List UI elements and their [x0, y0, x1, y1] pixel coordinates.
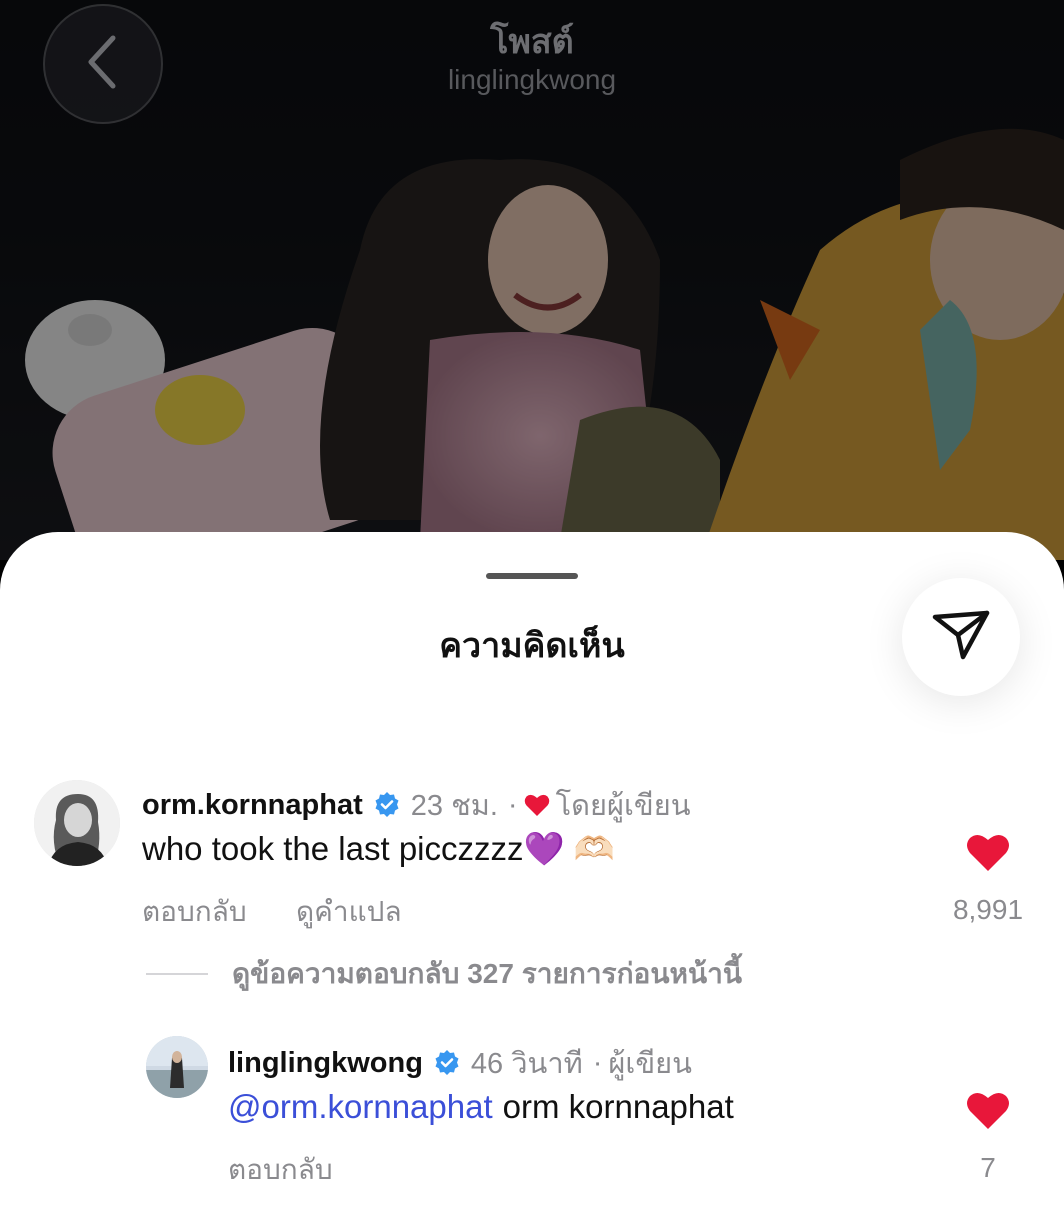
translate-button[interactable]: ดูคำแปล: [296, 890, 402, 934]
heart-icon[interactable]: [966, 1090, 1010, 1130]
heart-icon: [524, 793, 550, 817]
divider: [146, 973, 208, 975]
verified-badge-icon: [373, 791, 401, 819]
like-count: 7: [980, 1152, 996, 1183]
comment-time: 23 ชม.: [410, 790, 498, 822]
comment-text: who took the last picczzzz💜 🫶🏻: [142, 830, 615, 867]
page-title: โพสต์: [490, 23, 574, 61]
sheet-drag-handle[interactable]: [486, 573, 578, 579]
view-replies-label: ดูข้อความตอบกลับ 327 รายการก่อนหน้านี้: [232, 958, 742, 989]
comment-username[interactable]: orm.kornnaphat: [142, 789, 363, 822]
liked-by-author-label: โดยผู้เขียน: [555, 790, 691, 822]
heart-icon[interactable]: [966, 832, 1010, 872]
mention-link[interactable]: @orm.kornnaphat: [228, 1088, 493, 1126]
avatar[interactable]: [146, 1036, 208, 1098]
send-icon: [929, 605, 993, 670]
separator: ·: [507, 788, 518, 821]
like-count: 8,991: [952, 894, 1024, 925]
reply-body: orm kornnaphat: [502, 1088, 734, 1125]
reply-time: 46 วินาที: [470, 1048, 583, 1080]
author-label: ผู้เขียน: [608, 1048, 692, 1080]
liked-by-author: โดยผู้เขียน: [524, 782, 691, 828]
reply-meta: linglingkwong 46 วินาที · ผู้เขียน: [228, 1040, 692, 1086]
share-button[interactable]: [902, 578, 1020, 696]
reply-text: @orm.kornnaphat orm kornnaphat: [228, 1088, 734, 1126]
reply-button[interactable]: ตอบกลับ: [228, 1148, 333, 1192]
page-subtitle: linglingkwong: [447, 64, 617, 95]
separator: ·: [592, 1046, 603, 1079]
avatar[interactable]: [34, 780, 120, 866]
reply-username[interactable]: linglingkwong: [228, 1047, 423, 1080]
view-replies-button[interactable]: ดูข้อความตอบกลับ 327 รายการก่อนหน้านี้: [146, 952, 742, 996]
reply-button[interactable]: ตอบกลับ: [142, 890, 247, 934]
verified-badge-icon: [433, 1049, 461, 1077]
comment-meta: orm.kornnaphat 23 ชม. · โดยผู้เขียน: [142, 782, 691, 828]
